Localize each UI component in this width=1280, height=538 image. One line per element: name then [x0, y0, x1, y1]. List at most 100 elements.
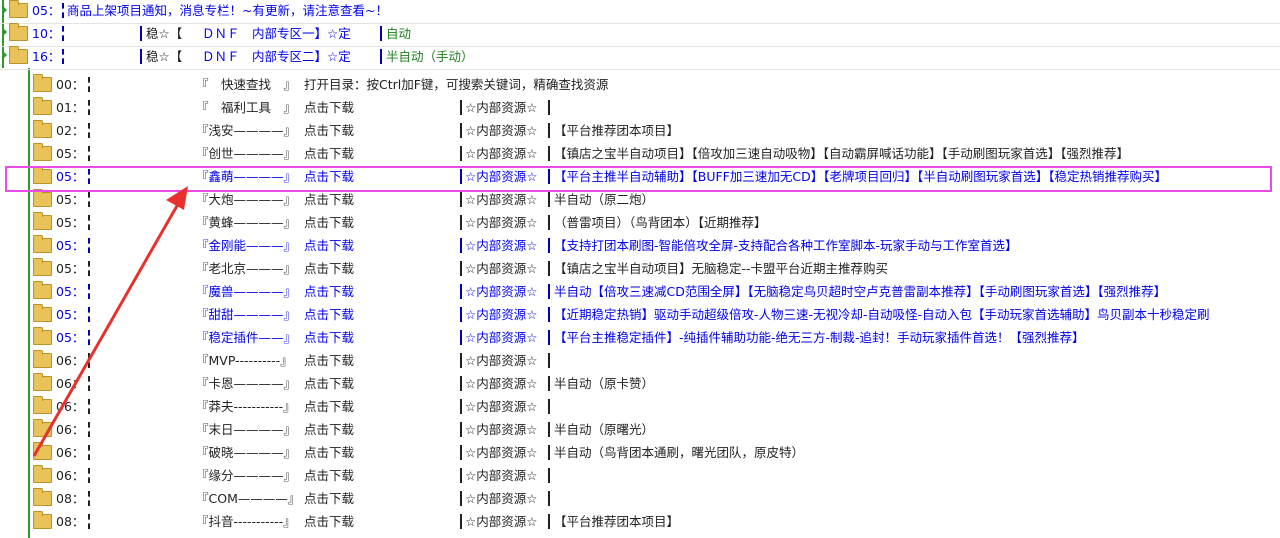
download-link[interactable]: 点击下载	[304, 399, 354, 415]
resource-row[interactable]: 06： 『破晓————』 点击下载 ☆内部资源☆ 半自动（鸟背团本通刷，曙光团队，原皮特…	[0, 442, 1280, 465]
download-link[interactable]: 点击下载	[304, 192, 354, 208]
separator	[460, 399, 462, 414]
folder-icon	[33, 143, 52, 161]
separator	[88, 353, 90, 368]
resource-row[interactable]: 06： 『缘分————』 点击下载 ☆内部资源☆	[0, 465, 1280, 488]
resource-row[interactable]: 05： 『创世————』 点击下载 ☆内部资源☆ 【镇店之宝半自动项目】【倍攻加三速自动…	[0, 143, 1280, 166]
resource-name: 『缘分————』	[196, 468, 297, 483]
folder-open-icon	[9, 46, 28, 64]
row-number: 05：	[56, 330, 85, 345]
separator	[140, 26, 142, 41]
download-link[interactable]: 点击下载	[304, 215, 354, 231]
separator	[548, 261, 550, 276]
separator	[62, 3, 64, 18]
resource-tag: ☆内部资源☆	[465, 330, 538, 345]
separator	[88, 445, 90, 460]
resource-tag: ☆内部资源☆	[465, 307, 538, 322]
zone-one-row[interactable]: 10： 稳☆【 ＤＮＦ 内部专区一】☆定 自动	[0, 23, 1280, 47]
separator	[548, 284, 550, 299]
folder-icon	[33, 189, 52, 207]
resource-description: 【平台推荐团本项目】	[554, 123, 680, 138]
separator	[548, 353, 550, 368]
resource-row[interactable]: 05： 『稳定插件——』 点击下载 ☆内部资源☆ 【平台主推稳定插件】-纯插件辅助功能-…	[0, 327, 1280, 350]
resource-row[interactable]: 05： 『大炮————』 点击下载 ☆内部资源☆ 半自动（原二炮）	[0, 189, 1280, 212]
separator	[548, 399, 550, 414]
download-link[interactable]: 点击下载	[304, 353, 354, 369]
resource-name: 『末日————』	[196, 422, 297, 437]
separator	[88, 514, 90, 529]
download-link[interactable]: 点击下载	[304, 491, 354, 507]
download-link[interactable]: 点击下载	[304, 284, 354, 300]
resource-row[interactable]: 06： 『MVP----------』 点击下载 ☆内部资源☆	[0, 350, 1280, 373]
resource-tag: ☆内部资源☆	[465, 123, 538, 138]
download-link[interactable]: 点击下载	[304, 330, 354, 346]
download-link[interactable]: 点击下载	[304, 146, 354, 162]
resource-row[interactable]: 02： 『浅安————』 点击下载 ☆内部资源☆ 【平台推荐团本项目】	[0, 120, 1280, 143]
folder-icon	[33, 97, 52, 115]
notice-row[interactable]: 05： 商品上架项目通知，消息专栏！~有更新，请注意查看~！	[0, 0, 1280, 24]
separator	[88, 468, 90, 483]
resource-tag: ☆内部资源☆	[465, 238, 538, 253]
download-link[interactable]: 点击下载	[304, 307, 354, 323]
folder-icon	[33, 120, 52, 138]
resource-row[interactable]: 08： 『COM————』 点击下载 ☆内部资源☆	[0, 488, 1280, 511]
resource-row[interactable]: 00： 『 快速查找 』打开目录：按Ctrl加F键，可搜索关键词，精确查找资源	[0, 74, 1280, 97]
separator	[88, 238, 90, 253]
separator	[380, 49, 382, 64]
zone-two-row[interactable]: 16： 稳☆【 ＤＮＦ 内部专区二】☆定 半自动（手动）	[0, 46, 1280, 70]
resource-row[interactable]: 05： 『金刚能———』 点击下载 ☆内部资源☆ 【支持打团本刷图-智能倍攻全屏-支持配…	[0, 235, 1280, 258]
resource-row[interactable]: 06： 『莽夫-----------』 点击下载 ☆内部资源☆	[0, 396, 1280, 419]
separator	[88, 77, 90, 92]
row-number: 05：	[32, 3, 61, 18]
resource-row[interactable]: 05： 『甜甜————』 点击下载 ☆内部资源☆ 【近期稳定热销】驱动手动超级倍攻-人物…	[0, 304, 1280, 327]
separator	[460, 422, 462, 437]
separator	[548, 192, 550, 207]
resource-name: 『破晓————』	[196, 445, 297, 460]
separator	[460, 445, 462, 460]
download-link[interactable]: 点击下载	[304, 445, 354, 461]
zone-one-link[interactable]: ＤＮＦ 内部专区一】☆定	[202, 26, 351, 42]
download-link[interactable]: 点击下载	[304, 376, 354, 392]
resource-row[interactable]: 01： 『 福利工具 』点击下载 ☆内部资源☆	[0, 97, 1280, 120]
download-link[interactable]: 点击下载	[304, 123, 354, 139]
notice-link[interactable]: 商品上架项目通知，消息专栏！~有更新，请注意查看~！	[67, 3, 388, 19]
row-number: 05：	[56, 307, 85, 322]
highlight-box	[5, 166, 1272, 192]
separator	[62, 26, 64, 41]
row-number: 06：	[56, 422, 85, 437]
resource-row[interactable]: 08： 『抖音-----------』 点击下载 ☆内部资源☆ 【平台推荐团本项目】	[0, 511, 1280, 534]
folder-icon	[33, 373, 52, 391]
download-link[interactable]: 点击下载	[304, 514, 354, 530]
resource-row[interactable]: 06： 『卡恩————』 点击下载 ☆内部资源☆ 半自动（原卡赞）	[0, 373, 1280, 396]
resource-row[interactable]: 06： 『末日————』 点击下载 ☆内部资源☆ 半自动（原曙光）	[0, 419, 1280, 442]
row-number: 10：	[32, 26, 61, 41]
download-link[interactable]: 点击下载	[304, 468, 354, 484]
resource-row[interactable]: 05： 『魔兽————』 点击下载 ☆内部资源☆ 半自动【倍攻三速减CD范围全屏】【无脑…	[0, 281, 1280, 304]
separator	[460, 284, 462, 299]
resource-row[interactable]: 05： 『老北京———』 点击下载 ☆内部资源☆ 【镇店之宝半自动项目】无脑稳定--卡盟…	[0, 258, 1280, 281]
download-link[interactable]: 打开目录：按Ctrl加F键，可搜索关键词，精确查找资源	[304, 77, 608, 93]
separator	[88, 146, 90, 161]
separator	[88, 330, 90, 345]
separator	[548, 215, 550, 230]
folder-icon	[33, 419, 52, 437]
download-link[interactable]: 点击下载	[304, 422, 354, 438]
resource-description: 【平台主推稳定插件】-纯插件辅助功能-绝无三方-制裁-追封！手动玩家插件首选！【…	[554, 330, 1085, 345]
resource-row[interactable]: 05： 『黄蜂————』 点击下载 ☆内部资源☆ （普雷项目）（鸟背团本）【近期推荐】	[0, 212, 1280, 235]
download-link[interactable]: 点击下载	[304, 261, 354, 277]
folder-icon	[9, 0, 28, 18]
resource-name: 『卡恩————』	[196, 376, 297, 391]
zone-two-link[interactable]: ＤＮＦ 内部专区二】☆定	[202, 49, 351, 65]
resource-tag: ☆内部资源☆	[465, 284, 538, 299]
separator	[88, 123, 90, 138]
row-number: 05：	[56, 261, 85, 276]
resource-tag: ☆内部资源☆	[465, 514, 538, 529]
resource-name: 『COM————』	[196, 491, 301, 506]
separator	[548, 468, 550, 483]
row-number: 05：	[56, 192, 85, 207]
separator	[62, 49, 64, 64]
resource-name: 『甜甜————』	[196, 307, 297, 322]
row-number: 08：	[56, 491, 85, 506]
download-link[interactable]: 点击下载	[304, 238, 354, 254]
download-link[interactable]: 点击下载	[304, 100, 354, 116]
